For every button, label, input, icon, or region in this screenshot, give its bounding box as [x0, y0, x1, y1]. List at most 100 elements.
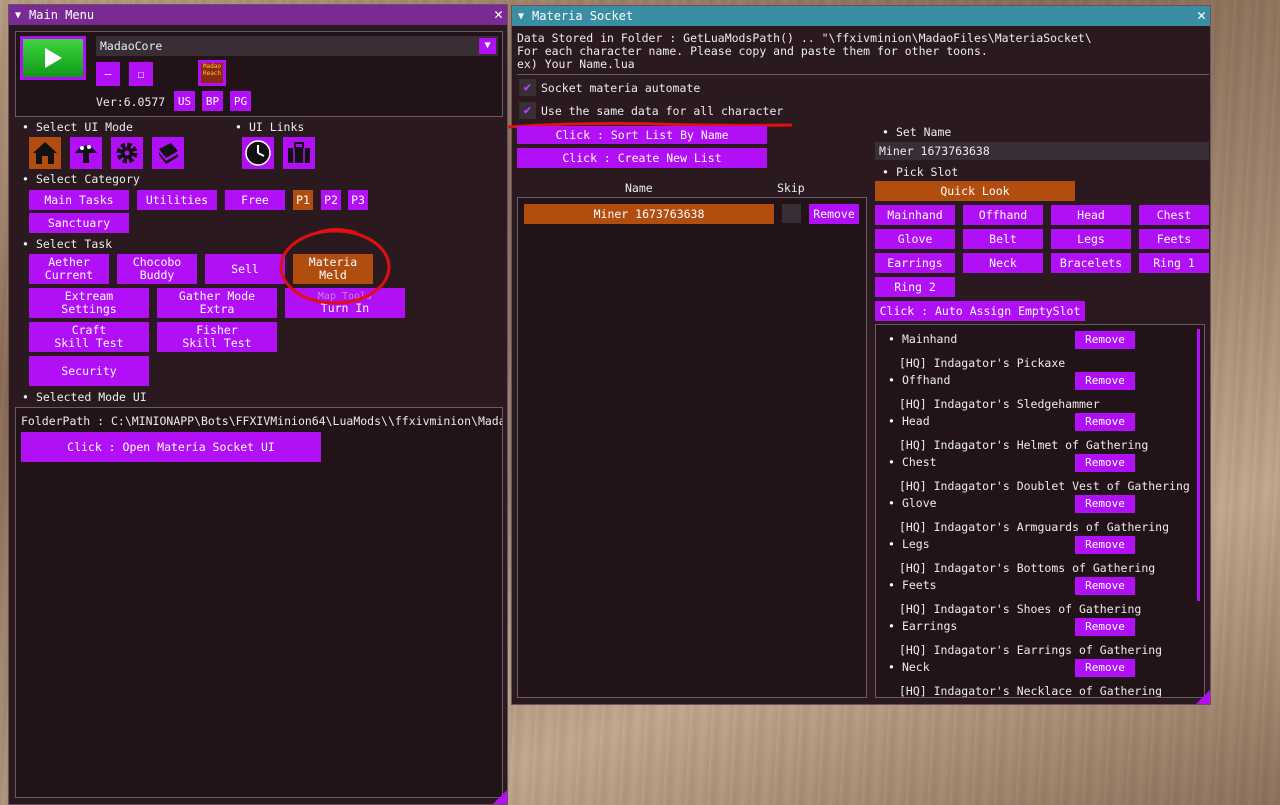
slot-item-remove-button[interactable]: Remove: [1075, 372, 1135, 390]
task-gather-mode-extra[interactable]: Gather Mode Extra: [157, 288, 277, 318]
set-name-input[interactable]: Miner 1673763638: [875, 142, 1209, 160]
same-data-checkbox[interactable]: ✔: [519, 102, 536, 119]
slot-item-remove-button[interactable]: Remove: [1075, 454, 1135, 472]
category-sanctuary[interactable]: Sanctuary: [29, 213, 129, 233]
skip-checkbox[interactable]: [782, 204, 801, 223]
select-category-label: Select Category: [22, 172, 140, 186]
gear-icon: [116, 142, 138, 164]
slot-ring1-button[interactable]: Ring 1: [1139, 253, 1209, 273]
mushroom-mode-button[interactable]: [70, 137, 102, 169]
collapse-triangle-icon[interactable]: ▼: [518, 11, 524, 22]
region-button-us[interactable]: US: [174, 91, 195, 111]
clock-icon: [245, 140, 271, 166]
home-mode-button[interactable]: [29, 137, 61, 169]
region-button-bp[interactable]: BP: [202, 91, 223, 111]
collapse-triangle-icon[interactable]: ▼: [15, 10, 21, 21]
list-row-remove-button[interactable]: Remove: [809, 204, 859, 224]
slot-legs-button[interactable]: Legs: [1051, 229, 1131, 249]
slot-item-slot: Neck: [888, 660, 930, 674]
task-craft-skill-test[interactable]: Craft Skill Test: [29, 322, 149, 352]
category-p2[interactable]: P2: [321, 190, 341, 210]
briefcase-link-button[interactable]: [283, 137, 315, 169]
task-sell[interactable]: Sell: [205, 254, 285, 284]
gear-mode-button[interactable]: [111, 137, 143, 169]
open-materia-socket-button[interactable]: Click : Open Materia Socket UI: [21, 432, 321, 462]
auto-assign-button[interactable]: Click : Auto Assign EmptySlot: [875, 301, 1085, 321]
slot-ring2-button[interactable]: Ring 2: [875, 277, 955, 297]
slot-belt-button[interactable]: Belt: [963, 229, 1043, 249]
slot-item-name: [HQ] Indagator's Helmet of Gathering: [899, 438, 1149, 452]
task-fisher-skill-test[interactable]: Fisher Skill Test: [157, 322, 277, 352]
resize-grip[interactable]: [493, 790, 507, 804]
quick-look-button[interactable]: Quick Look: [875, 181, 1075, 201]
slot-chest-button[interactable]: Chest: [1139, 205, 1209, 225]
sort-list-button[interactable]: Click : Sort List By Name: [517, 126, 767, 144]
category-p3[interactable]: P3: [348, 190, 368, 210]
list-panel: Miner 1673763638 Remove: [517, 197, 867, 698]
category-utilities[interactable]: Utilities: [137, 190, 217, 210]
materia-socket-window: ▼ Materia Socket ✕ Data Stored in Folder…: [507, 5, 1211, 705]
slot-item-name: [HQ] Indagator's Necklace of Gathering: [899, 684, 1163, 698]
task-extream-settings[interactable]: Extream Settings: [29, 288, 149, 318]
task-chocobo-buddy[interactable]: Chocobo Buddy: [117, 254, 197, 284]
slot-item-slot: Offhand: [888, 373, 950, 387]
slot-earrings-button[interactable]: Earrings: [875, 253, 955, 273]
slot-item-remove-button[interactable]: Remove: [1075, 331, 1135, 349]
slot-item-slot: Head: [888, 414, 930, 428]
list-row-name[interactable]: Miner 1673763638: [524, 204, 774, 224]
main-menu-title: Main Menu: [29, 8, 95, 22]
clock-link-button[interactable]: [242, 137, 274, 169]
list-header-skip: Skip: [777, 181, 805, 195]
slot-neck-button[interactable]: Neck: [963, 253, 1043, 273]
slot-item-remove-button[interactable]: Remove: [1075, 659, 1135, 677]
slot-item-name: [HQ] Indagator's Shoes of Gathering: [899, 602, 1142, 616]
close-icon[interactable]: ✕: [1197, 8, 1206, 23]
create-list-button[interactable]: Click : Create New List: [517, 148, 767, 168]
slot-item-remove-button[interactable]: Remove: [1075, 495, 1135, 513]
slot-item-name: [HQ] Indagator's Doublet Vest of Gatheri…: [899, 479, 1190, 493]
minimize-button[interactable]: —: [96, 62, 120, 86]
chevron-down-icon[interactable]: ▼: [479, 38, 496, 54]
category-free[interactable]: Free: [225, 190, 285, 210]
main-menu-titlebar[interactable]: ▼ Main Menu: [9, 5, 507, 25]
slot-glove-button[interactable]: Glove: [875, 229, 955, 249]
region-button-pg[interactable]: PG: [230, 91, 251, 111]
ui-links-label: UI Links: [235, 120, 304, 134]
slot-item-slot: Feets: [888, 578, 937, 592]
slot-offhand-button[interactable]: Offhand: [963, 205, 1043, 225]
task-aether-current[interactable]: Aether Current: [29, 254, 109, 284]
close-icon[interactable]: ✕: [494, 7, 503, 22]
materia-socket-title: Materia Socket: [532, 9, 634, 23]
same-data-label: Use the same data for all character: [541, 104, 784, 118]
play-button[interactable]: [20, 36, 86, 80]
play-icon: [45, 48, 62, 68]
category-main-tasks[interactable]: Main Tasks: [29, 190, 129, 210]
book-mode-button[interactable]: [152, 137, 184, 169]
slot-feets-button[interactable]: Feets: [1139, 229, 1209, 249]
slot-item-remove-button[interactable]: Remove: [1075, 577, 1135, 595]
slot-item-slot: Legs: [888, 537, 930, 551]
task-security[interactable]: Security: [29, 356, 149, 386]
module-select[interactable]: MadaoCore ▼: [96, 36, 498, 56]
slot-mainhand-button[interactable]: Mainhand: [875, 205, 955, 225]
set-name-label: Set Name: [882, 125, 951, 139]
slot-item-slot: Earrings: [888, 619, 957, 633]
slot-item-name: [HQ] Indagator's Armguards of Gathering: [899, 520, 1170, 534]
automate-checkbox[interactable]: ✔: [519, 79, 536, 96]
slot-item-name: [HQ] Indagator's Bottoms of Gathering: [899, 561, 1156, 575]
info-line-1: Data Stored in Folder : GetLuaModsPath()…: [517, 31, 1092, 45]
home-icon: [33, 142, 57, 164]
divider: [517, 74, 1209, 75]
slot-item-remove-button[interactable]: Remove: [1075, 536, 1135, 554]
slot-item-remove-button[interactable]: Remove: [1075, 618, 1135, 636]
restore-button[interactable]: ☐: [129, 62, 153, 86]
scrollbar[interactable]: [1197, 329, 1200, 601]
resize-grip[interactable]: [1196, 690, 1210, 704]
select-ui-mode-label: Select UI Mode: [22, 120, 133, 134]
slot-item-remove-button[interactable]: Remove: [1075, 413, 1135, 431]
madao-logo[interactable]: Madao Reach: [198, 60, 226, 86]
slot-head-button[interactable]: Head: [1051, 205, 1131, 225]
slot-bracelets-button[interactable]: Bracelets: [1051, 253, 1131, 273]
category-p1[interactable]: P1: [293, 190, 313, 210]
materia-socket-titlebar[interactable]: ▼ Materia Socket: [512, 6, 1210, 26]
